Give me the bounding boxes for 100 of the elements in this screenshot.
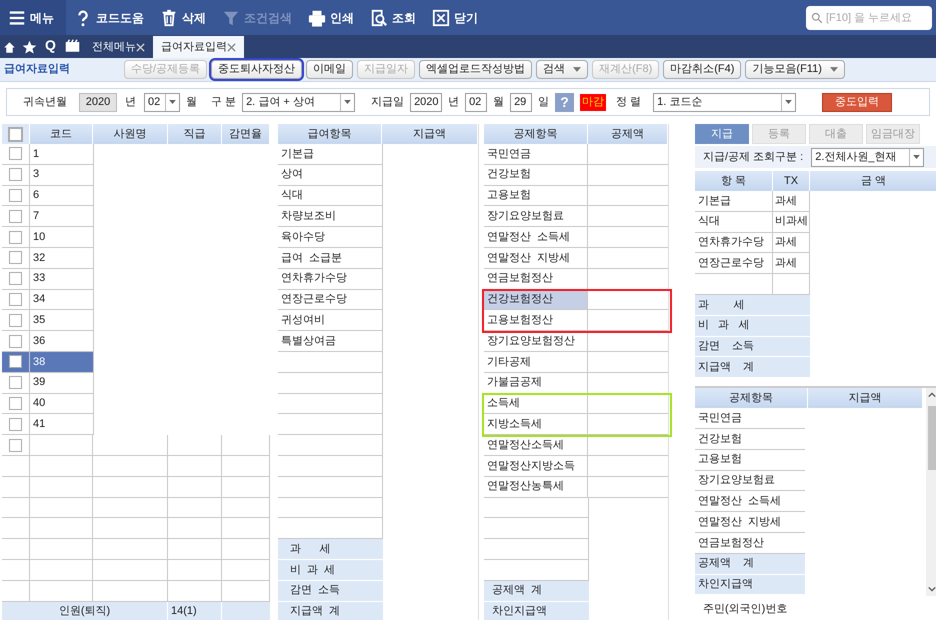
checkbox[interactable] <box>9 147 22 160</box>
status-badge: 마감 <box>580 94 606 110</box>
item-cell[interactable]: 연말정산농특세 <box>484 476 588 498</box>
item-cell[interactable]: 고용보험 <box>484 186 588 206</box>
item-cell[interactable]: 특별상여금 <box>278 331 383 352</box>
checkbox[interactable] <box>9 210 22 223</box>
item-cell[interactable]: 상여 <box>278 164 383 186</box>
checkbox[interactable] <box>9 334 22 348</box>
item-cell[interactable]: 육아수당 <box>278 227 383 248</box>
close-icon[interactable] <box>226 42 236 52</box>
checkbox[interactable] <box>9 418 22 431</box>
column-header: 감면율 <box>222 124 270 144</box>
checkbox[interactable] <box>9 168 22 182</box>
code-cell[interactable]: 6 <box>30 186 93 206</box>
item-cell[interactable]: 연금보험정산 <box>484 268 588 290</box>
item-cell[interactable]: 식대 <box>278 186 383 206</box>
interim-input-button[interactable]: 중도입력 <box>822 92 892 112</box>
tax-cell: 비과세 <box>773 212 810 233</box>
item-cell[interactable]: 건강보험 <box>484 164 588 186</box>
input-field[interactable]: 02 <box>465 92 488 112</box>
item-cell[interactable]: 연차휴가수당 <box>278 268 383 290</box>
scrollbar[interactable] <box>926 388 936 596</box>
column-header: 공제항목 <box>484 124 588 144</box>
caret-icon <box>785 100 792 104</box>
toolbar-button[interactable]: 코드도움 <box>66 0 152 35</box>
input-field[interactable]: 29 <box>510 92 532 112</box>
field-label: 년 <box>125 94 136 110</box>
star-icon[interactable] <box>22 40 37 55</box>
printer-icon <box>308 8 326 26</box>
item-cell[interactable]: 연말정산 지방세 <box>484 248 588 269</box>
item-cell[interactable]: 기본급 <box>278 144 383 165</box>
checkbox[interactable] <box>9 438 22 452</box>
dropdown[interactable]: 1. 코드순 <box>653 92 796 112</box>
action-button[interactable]: 기능모음(F11) <box>745 60 845 79</box>
item-cell: 연말정산 소득세 <box>695 491 805 512</box>
field-label: 주민(외국인)번호 <box>703 602 788 618</box>
close-icon[interactable] <box>136 42 145 52</box>
item-cell[interactable]: 연말정산지방소득 <box>484 456 588 477</box>
column-header: 지급액 <box>382 124 478 144</box>
checkbox[interactable] <box>9 396 22 410</box>
film-icon[interactable] <box>64 39 80 54</box>
toolbar-button[interactable]: 삭제 <box>152 0 214 35</box>
code-cell[interactable]: 38 <box>30 352 93 373</box>
item-cell[interactable]: 급여 소급분 <box>278 248 383 269</box>
summary-cell: 14(1) <box>168 602 222 620</box>
dropdown[interactable]: 2. 급여 + 상여 <box>242 92 356 112</box>
summary-label: 차인지급액 <box>695 574 805 596</box>
item-cell[interactable]: 귀성여비 <box>278 310 383 332</box>
checkbox[interactable] <box>9 292 22 306</box>
toolbar-button[interactable]: 인쇄 <box>300 0 362 35</box>
code-cell[interactable]: 40 <box>30 394 93 414</box>
action-button[interactable]: 이메일 <box>306 60 354 79</box>
checkbox[interactable] <box>9 314 22 327</box>
item-cell[interactable]: 고용보험정산 <box>484 310 588 332</box>
checkbox[interactable] <box>9 188 22 202</box>
code-cell[interactable]: 34 <box>30 290 93 310</box>
filter-icon <box>222 8 240 26</box>
item-cell[interactable]: 연말정산소득세 <box>484 435 588 456</box>
tab[interactable]: 급여자료입력 <box>152 36 244 58</box>
item-cell[interactable]: 차량보조비 <box>278 206 383 228</box>
dropdown[interactable]: 02 <box>144 92 180 112</box>
checkbox[interactable] <box>9 251 22 264</box>
checkbox[interactable] <box>9 230 22 244</box>
summary-label: 감면 소득 <box>278 580 383 602</box>
summary-label: 차인지급액 <box>484 602 589 620</box>
checkbox[interactable] <box>9 376 22 390</box>
input-field[interactable]: 2020 <box>79 92 117 112</box>
action-button[interactable]: 검색 <box>536 60 588 79</box>
action-button[interactable]: 마감취소(F4) <box>663 60 742 79</box>
item-cell[interactable]: 연장근로수당 <box>278 290 383 310</box>
checkbox[interactable] <box>8 126 23 142</box>
toolbar-button[interactable]: 메뉴 <box>0 0 66 35</box>
item-cell[interactable]: 연말정산 소득세 <box>484 227 588 248</box>
item-cell[interactable]: 장기요양보험정산 <box>484 331 588 352</box>
shortcut-label[interactable]: Q <box>45 35 56 56</box>
input-field[interactable]: 2020 <box>410 92 442 112</box>
item-cell[interactable]: 지방소득세 <box>484 414 588 436</box>
toolbar-button[interactable]: 조회 <box>362 0 424 35</box>
item-cell[interactable]: 건강보험정산 <box>484 290 588 310</box>
search-icon <box>811 12 823 24</box>
item-cell[interactable]: 장기요양보험료 <box>484 206 588 228</box>
caret-icon <box>169 100 176 104</box>
toolbar-button[interactable]: 닫기 <box>424 0 486 35</box>
column-header: 사원명 <box>93 124 168 144</box>
item-cell[interactable]: 소득세 <box>484 394 588 414</box>
action-button[interactable]: 중도퇴사자정산 <box>211 60 302 79</box>
item-cell[interactable]: 국민연금 <box>484 144 588 165</box>
close-icon <box>432 8 450 26</box>
checkbox[interactable] <box>9 272 22 286</box>
checkbox[interactable] <box>9 355 22 368</box>
item-cell[interactable]: 기타공제 <box>484 352 588 373</box>
column-header: 금 액 <box>810 171 936 191</box>
trash-icon <box>160 8 178 26</box>
item-cell[interactable]: 가불금공제 <box>484 372 588 394</box>
tax-cell: 과세 <box>773 232 810 254</box>
search-field[interactable]: [F10] 을 누르세요 <box>806 6 932 30</box>
action-button[interactable]: 엑셀업로드작성방법 <box>419 60 532 79</box>
field-label: 정 렬 <box>616 94 642 110</box>
dropdown[interactable]: 2.전체사원_현재 <box>811 148 924 166</box>
home-icon[interactable] <box>3 41 16 54</box>
